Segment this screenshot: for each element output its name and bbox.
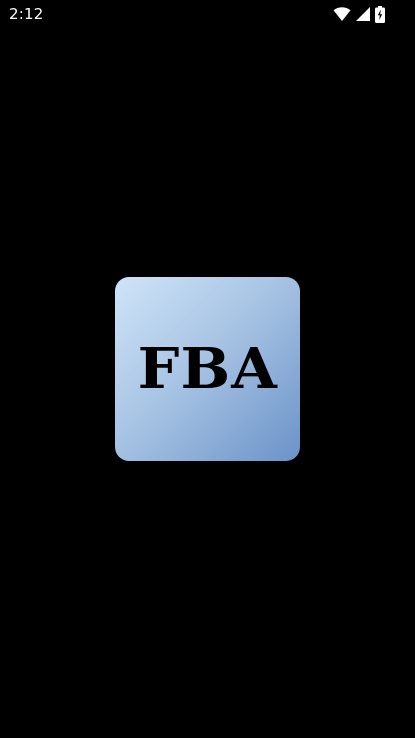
app-logo: FBA xyxy=(115,277,300,461)
splash-screen: FBA xyxy=(0,0,415,738)
logo-text: FBA xyxy=(137,336,278,402)
